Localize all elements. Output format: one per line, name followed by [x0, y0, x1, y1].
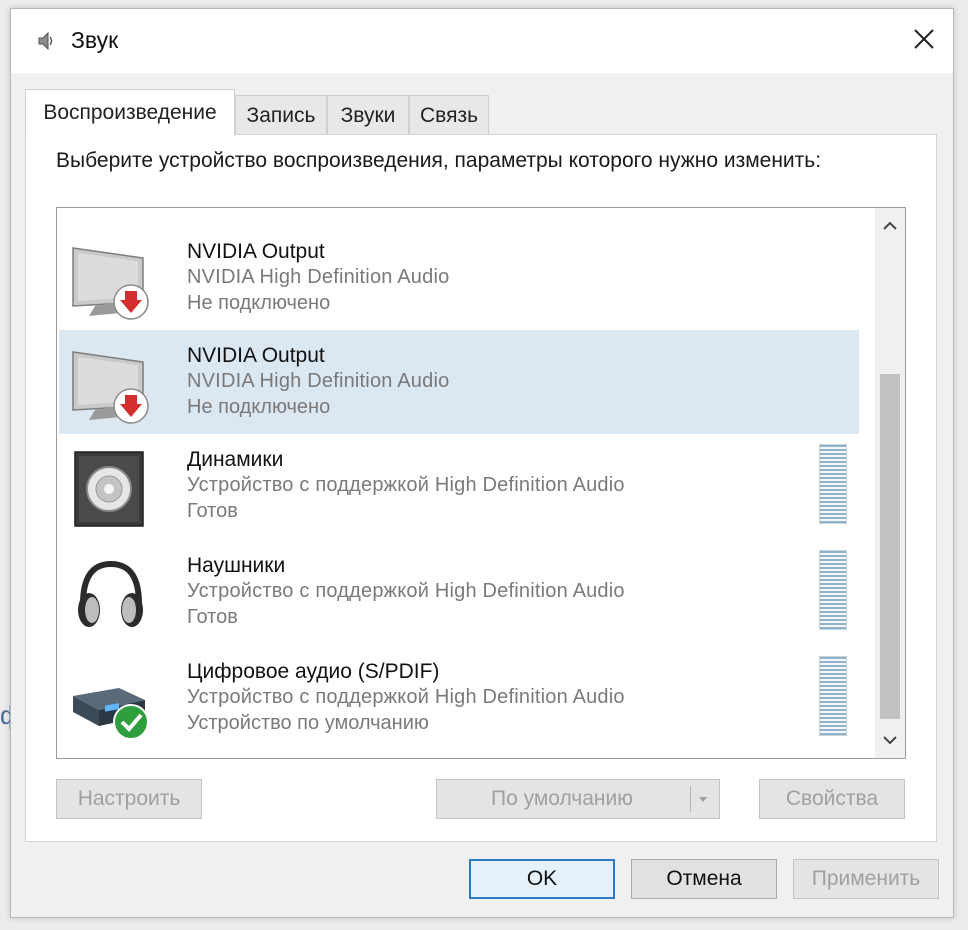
device-name: NVIDIA Output — [187, 240, 325, 263]
dropdown-arrow-icon — [699, 797, 707, 802]
device-item[interactable]: Цифровое аудио (S/PDIF) Устройство с под… — [59, 646, 859, 750]
volume-level-meter — [819, 550, 847, 630]
device-status: Не подключено — [187, 396, 331, 418]
instruction-text: Выберите устройство воспроизведения, пар… — [56, 149, 822, 172]
playback-panel: Выберите устройство воспроизведения, пар… — [25, 134, 937, 842]
close-icon — [914, 29, 934, 49]
device-description: NVIDIA High Definition Audio — [187, 266, 450, 288]
scroll-down-button[interactable] — [875, 722, 905, 758]
properties-button[interactable]: Свойства — [759, 779, 905, 819]
volume-level-meter — [819, 656, 847, 736]
speaker-app-icon — [38, 31, 53, 51]
device-description: NVIDIA High Definition Audio — [187, 370, 450, 392]
device-status: Готов — [187, 500, 238, 522]
set-default-dropdown[interactable] — [693, 780, 713, 818]
device-status: Готов — [187, 606, 238, 628]
device-name: Динамики — [187, 448, 284, 471]
device-description: Устройство с поддержкой High Definition … — [187, 474, 625, 496]
device-item[interactable]: NVIDIA Output NVIDIA High Definition Aud… — [59, 330, 859, 434]
close-button[interactable] — [895, 9, 953, 69]
set-default-label: По умолчанию — [490, 787, 634, 810]
chevron-up-icon — [883, 221, 897, 230]
apply-button[interactable]: Применить — [793, 859, 939, 899]
speaker-icon — [74, 451, 144, 527]
device-list[interactable]: NVIDIA Output NVIDIA High Definition Aud… — [56, 207, 906, 759]
device-description: Устройство с поддержкой High Definition … — [187, 686, 625, 708]
tab-communications[interactable]: Связь — [409, 95, 489, 135]
headphones-icon — [78, 560, 143, 627]
scroll-up-button[interactable] — [875, 208, 905, 244]
monitor-disconnected-icon — [72, 351, 149, 424]
device-status: Не подключено — [187, 292, 331, 314]
scrollbar-thumb[interactable] — [880, 374, 900, 719]
vertical-scrollbar[interactable] — [875, 208, 905, 758]
tab-playback[interactable]: Воспроизведение — [25, 89, 235, 136]
device-status: Устройство по умолчанию — [187, 712, 429, 734]
device-name: Цифровое аудио (S/PDIF) — [187, 660, 440, 683]
volume-level-meter — [819, 444, 847, 524]
device-item[interactable]: Наушники Устройство с поддержкой High De… — [59, 540, 859, 644]
sound-dialog: Звук Воспроизведение Запись Звуки Связь … — [10, 8, 954, 918]
cancel-button[interactable]: Отмена — [631, 859, 777, 899]
monitor-disconnected-icon — [72, 247, 149, 320]
tab-recording[interactable]: Запись — [235, 95, 327, 135]
device-item[interactable]: Динамики Устройство с поддержкой High De… — [59, 434, 859, 538]
tab-sounds[interactable]: Звуки — [327, 95, 409, 135]
window-title: Звук — [71, 27, 119, 53]
configure-button[interactable]: Настроить — [56, 779, 202, 819]
chevron-down-icon — [883, 736, 897, 745]
ok-button[interactable]: OK — [469, 859, 615, 899]
device-description: Устройство с поддержкой High Definition … — [187, 580, 625, 602]
device-name: NVIDIA Output — [187, 344, 325, 367]
digital-audio-default-icon — [73, 688, 149, 740]
device-item[interactable]: NVIDIA Output NVIDIA High Definition Aud… — [59, 226, 859, 330]
set-default-button[interactable]: По умолчанию — [436, 779, 720, 819]
tab-strip: Воспроизведение Запись Звуки Связь — [25, 89, 625, 136]
title-bar: Звук — [11, 9, 953, 73]
device-name: Наушники — [187, 554, 286, 577]
split-divider — [690, 786, 691, 812]
